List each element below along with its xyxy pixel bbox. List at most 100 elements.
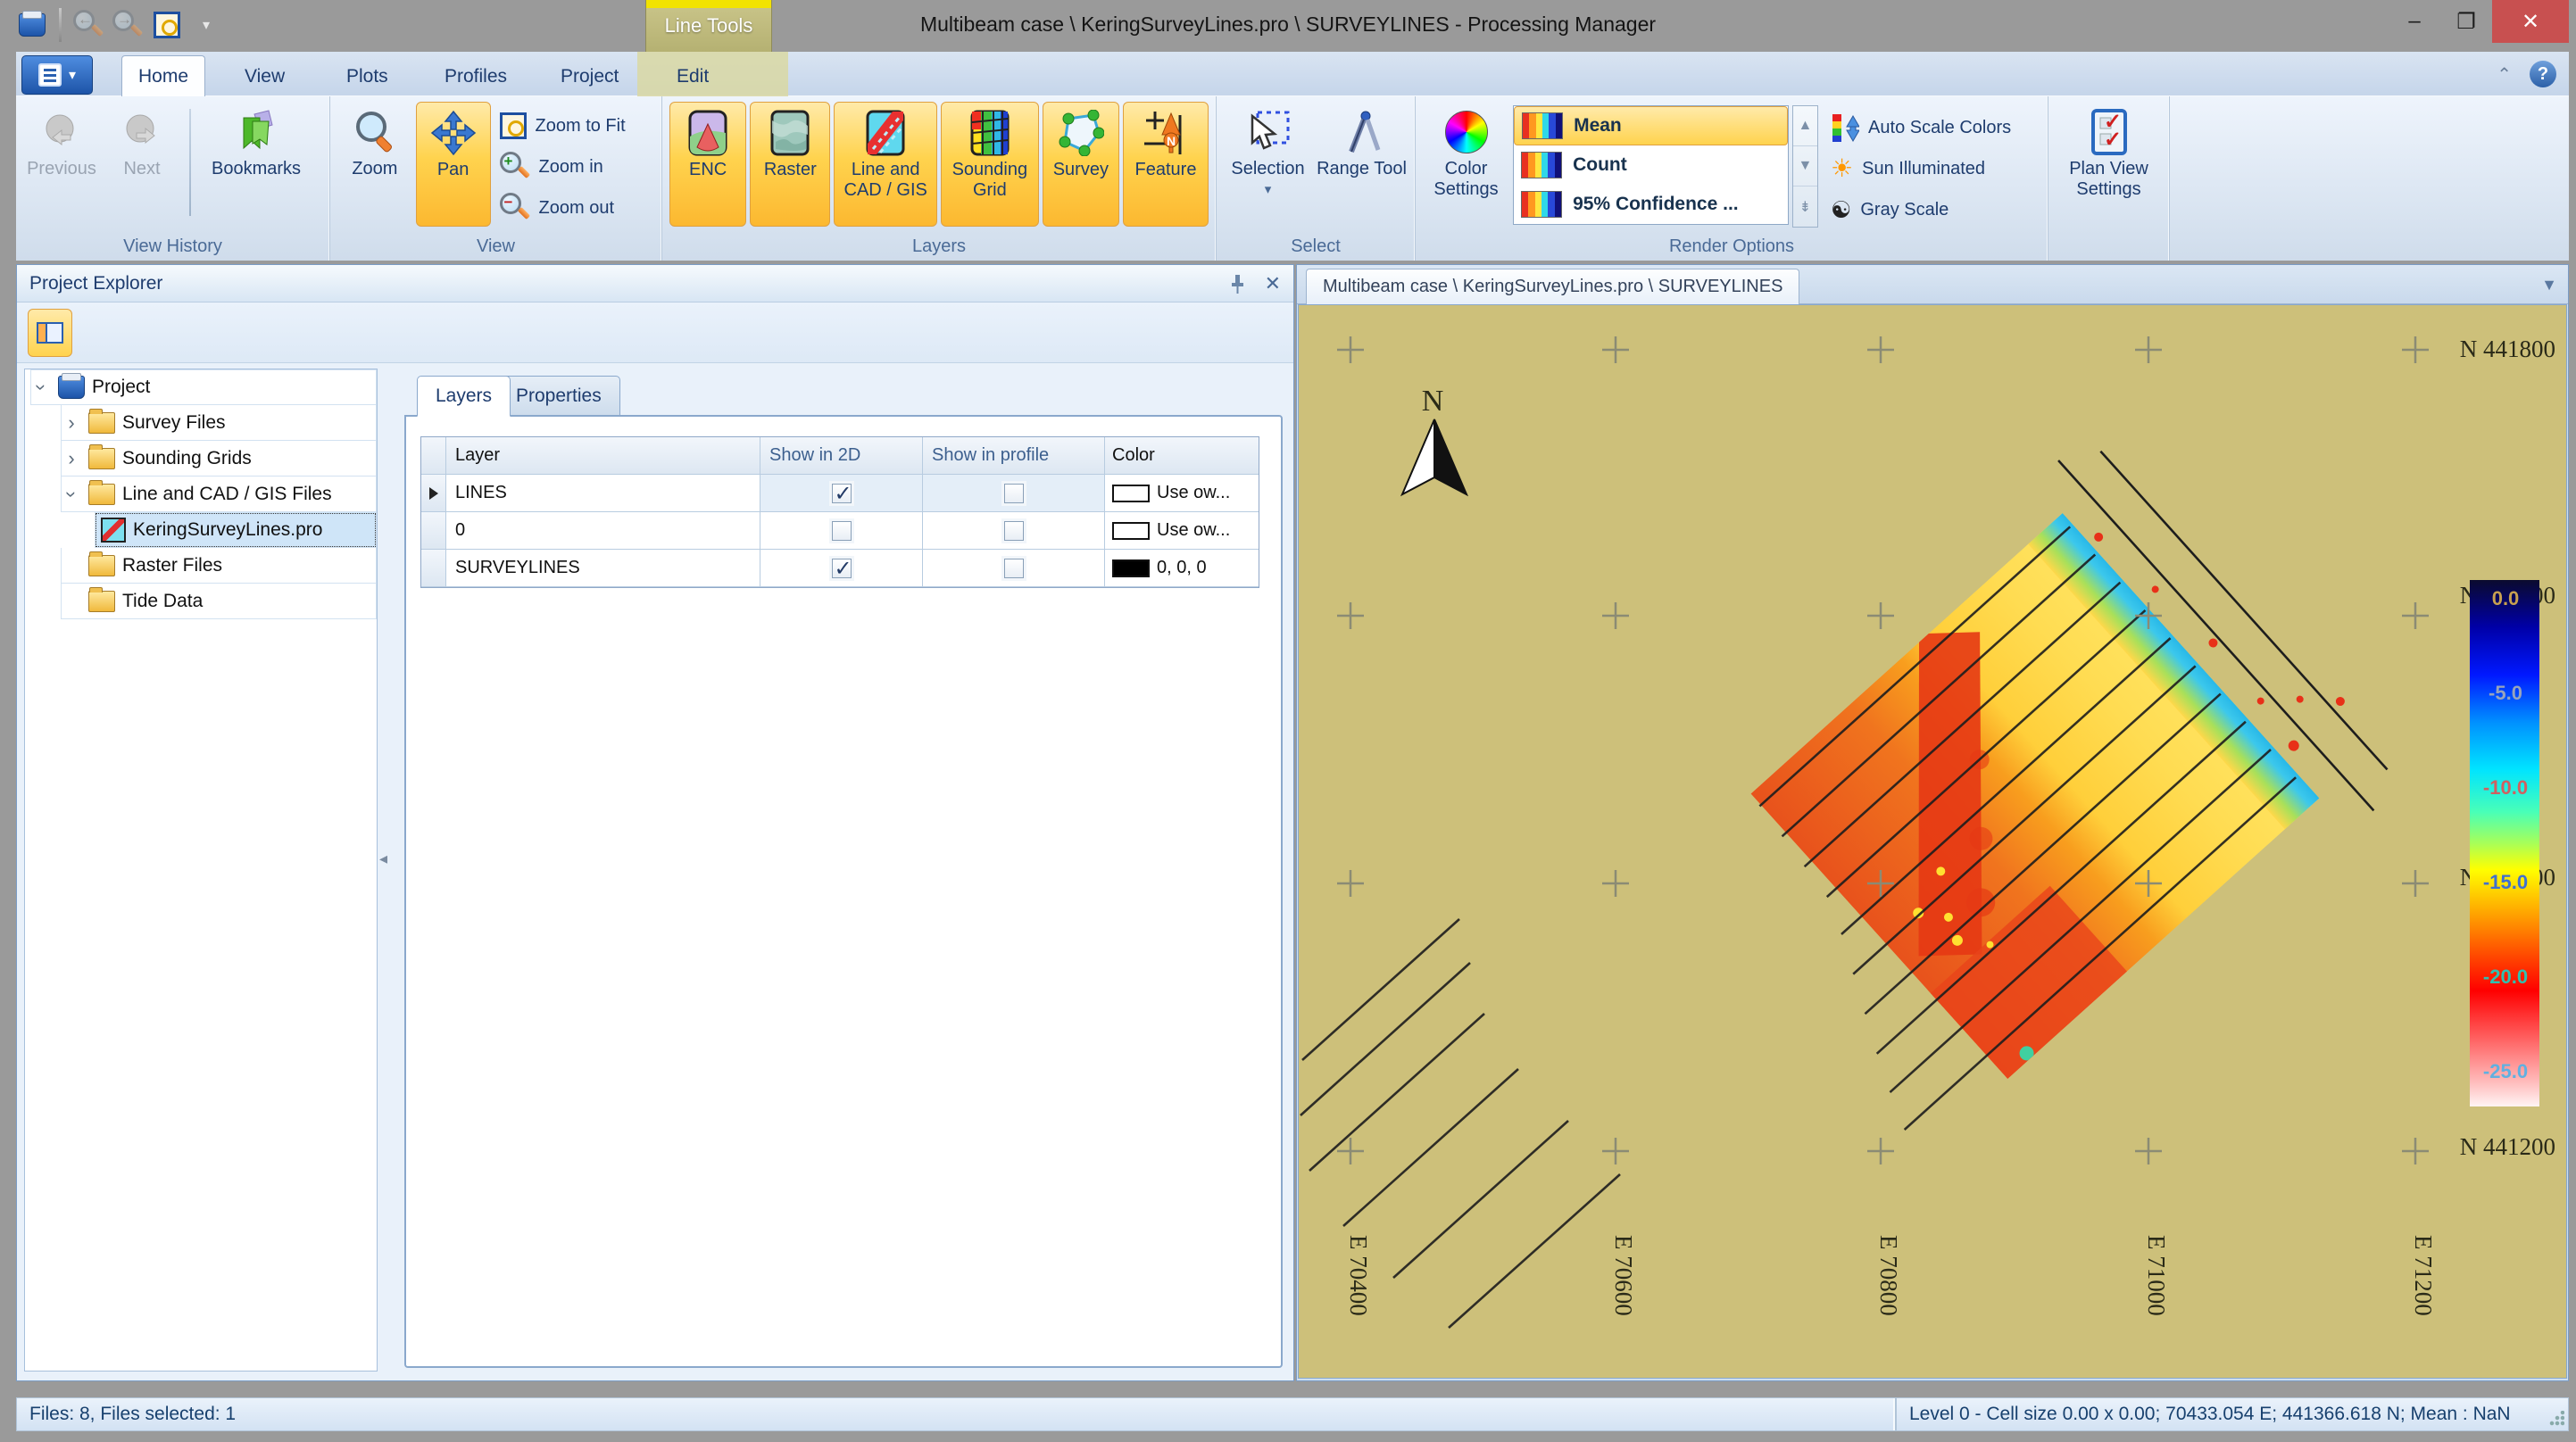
color-swatch[interactable] [1112,522,1150,540]
tab-view[interactable]: View [229,57,301,96]
tree-item-survey-files[interactable]: › Survey Files [61,405,377,441]
column-header-show-in-profile[interactable]: Show in profile [923,437,1105,475]
status-coordinates-text: Level 0 - Cell size 0.00 x 0.00; 70433.0… [1909,1404,2511,1425]
gray-scale-toggle[interactable]: ☯ Gray Scale [1831,189,2040,230]
close-panel-icon[interactable]: ✕ [1265,272,1281,295]
project-tree: › Project › Survey Files › Sounding Grid… [24,369,378,1372]
raster-icon [767,110,813,156]
tab-profiles[interactable]: Profiles [428,57,523,96]
survey-toggle-button[interactable]: Survey [1043,102,1119,227]
zoom-out-button[interactable]: − Zoom out [494,187,654,228]
zoom-to-fit-icon [500,112,527,139]
plan-view-settings-button[interactable]: ✓✓ Plan View Settings [2056,102,2162,227]
group-plan-view: ✓✓ Plan View Settings [2048,96,2170,261]
zoom-in-button[interactable]: + Zoom in [494,146,654,187]
table-row[interactable]: SURVEYLINES 0, 0, 0 [421,550,1259,587]
table-row[interactable]: 0 Use ow... [421,512,1259,550]
feature-toggle-button[interactable]: N Feature [1123,102,1209,227]
zoom-to-fit-button[interactable]: Zoom to Fit [494,105,654,146]
more-options-icon[interactable]: ⇟ [1793,186,1817,227]
zoom-button[interactable]: Zoom [337,102,412,227]
render-mode-count[interactable]: Count [1514,145,1788,185]
show-in-2d-checkbox[interactable] [832,484,852,503]
tab-home[interactable]: Home [121,55,205,97]
collapse-ribbon-icon[interactable]: ⌃ [2497,63,2512,86]
tab-properties[interactable]: Properties [497,376,620,417]
resize-grip[interactable] [2548,1411,2564,1427]
layer-name-cell[interactable]: 0 [446,512,760,550]
tab-plots[interactable]: Plots [330,57,404,96]
chevron-expanded-icon[interactable]: › [60,485,83,504]
previous-button[interactable]: Previous [23,102,100,227]
status-files-text: Files: 8, Files selected: 1 [17,1398,1897,1430]
color-swatch[interactable] [1112,485,1150,502]
maximize-button[interactable]: ❐ [2440,0,2492,43]
show-in-2d-checkbox[interactable] [832,521,852,541]
render-mode-mean[interactable]: Mean [1514,106,1788,145]
close-button[interactable]: ✕ [2492,0,2569,43]
colorbar-tick: -25.0 [2483,1060,2528,1082]
layers-properties-panel: Layers Properties Layer Show in 2D Show … [404,376,1283,1368]
tab-list-dropdown-icon[interactable]: ▼ [2541,276,2557,294]
easting-label: E 70800 [1875,1235,1902,1316]
scroll-down-icon[interactable]: ▼ [1793,146,1817,186]
feature-icon: N [1143,110,1189,156]
tab-layers[interactable]: Layers [417,376,511,417]
selection-button[interactable]: Selection ▾ [1224,102,1312,227]
show-in-2d-checkbox[interactable] [832,559,852,578]
app-menu-icon [38,63,62,87]
render-mode-scroll: ▲ ▼ ⇟ [1792,105,1818,228]
minimize-button[interactable]: – [2389,0,2440,43]
tree-item-tide-data[interactable]: › Tide Data [61,584,377,619]
easting-label: E 70600 [1610,1235,1637,1316]
pan-button[interactable]: Pan [416,102,491,227]
render-mode-95-confidence[interactable]: 95% Confidence ... [1514,185,1788,224]
range-tool-button[interactable]: Range Tool [1316,102,1408,227]
folder-icon [88,591,115,612]
panel-view-toggle-button[interactable] [28,309,72,357]
chevron-down-icon: ▾ [69,66,76,84]
tree-item-line-cad-gis-files[interactable]: › Line and CAD / GIS Files [61,477,377,512]
tree-item-keringsurveylines[interactable]: KeringSurveyLines.pro [95,512,377,548]
chevron-collapsed-icon[interactable]: › [62,447,81,470]
map-view-tab[interactable]: Multibeam case \ KeringSurveyLines.pro \… [1306,269,1799,304]
show-in-profile-checkbox[interactable] [1004,521,1024,541]
next-button[interactable]: Next [104,102,180,227]
column-header-color[interactable]: Color [1105,437,1259,475]
sounding-grid-toggle-button[interactable]: Sounding Grid [941,102,1039,227]
bookmarks-button[interactable]: Bookmarks [200,102,312,227]
chevron-expanded-icon[interactable]: › [29,377,53,397]
map-canvas[interactable]: N 441800 N 441600 N 441400 N 441200 E 70… [1298,304,2567,1379]
project-explorer-panel: Project Explorer ✕ › Project › Survey Fi… [16,264,1294,1381]
color-settings-button[interactable]: Color Settings [1423,102,1509,227]
show-in-profile-checkbox[interactable] [1004,559,1024,578]
tree-item-project[interactable]: › Project [30,369,377,405]
tree-item-sounding-grids[interactable]: › Sounding Grids [61,441,377,477]
layer-name-cell[interactable]: LINES [446,475,760,512]
auto-scale-colors-toggle[interactable]: Auto Scale Colors [1831,107,2040,148]
line-cad-gis-toggle-button[interactable]: Line and CAD / GIS [834,102,937,227]
enc-toggle-button[interactable]: ENC [669,102,746,227]
show-in-profile-checkbox[interactable] [1004,484,1024,503]
tab-project[interactable]: Project [544,57,635,96]
sun-illuminated-toggle[interactable]: ☀ Sun Illuminated [1831,148,2040,189]
help-icon[interactable]: ? [2530,61,2556,87]
layer-name-cell[interactable]: SURVEYLINES [446,550,760,587]
app-menu-button[interactable]: ▾ [21,55,93,95]
layers-tab-body: Layer Show in 2D Show in profile Color L… [404,415,1283,1368]
tree-item-raster-files[interactable]: › Raster Files [61,548,377,584]
tab-edit[interactable]: Edit [661,57,725,96]
color-swatch[interactable] [1112,559,1150,577]
colorbar-tick: -15.0 [2483,871,2528,893]
pin-icon[interactable] [1226,272,1249,295]
chevron-collapsed-icon[interactable]: › [62,411,81,435]
selection-dropdown-icon[interactable]: ▾ [1265,181,1272,197]
column-header-layer[interactable]: Layer [446,437,760,475]
raster-toggle-button[interactable]: Raster [750,102,830,227]
table-row[interactable]: LINES Use ow... [421,475,1259,512]
splitter-collapse-icon[interactable]: ◂ [379,843,392,874]
scroll-up-icon[interactable]: ▲ [1793,106,1817,146]
group-view: Zoom Pan [330,96,662,261]
zoom-out-icon: − [500,193,530,223]
column-header-show-in-2d[interactable]: Show in 2D [760,437,923,475]
